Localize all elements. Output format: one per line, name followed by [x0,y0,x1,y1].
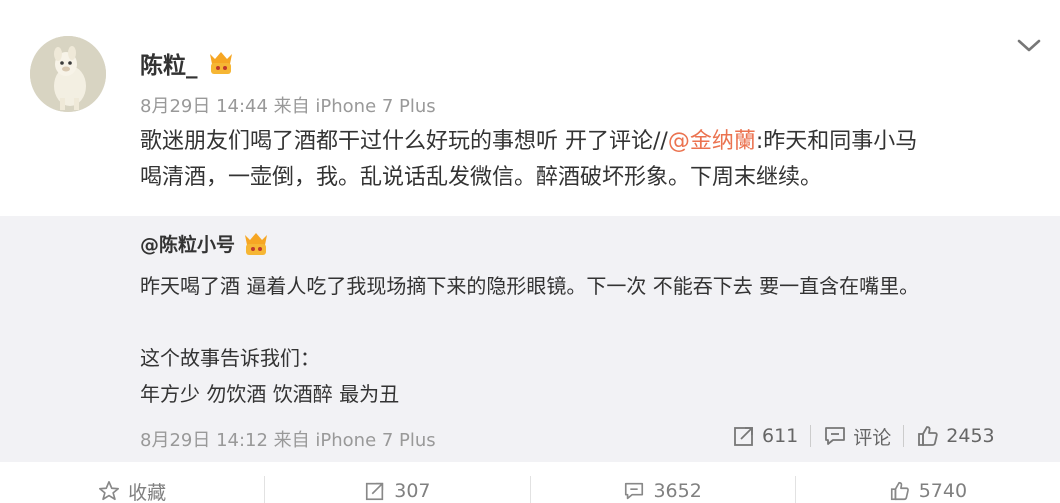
favorite-button[interactable]: 收藏 [0,476,266,503]
repost-actions: 611 评论 2453 [732,422,995,450]
repost-card[interactable]: @陈粒小号 昨天喝了酒 逼着人吃了我现场摘下来的隐形眼镜。下一次 不能吞下去 要… [0,216,1060,462]
forward-icon [734,427,753,446]
comment-button[interactable]: 3652 [531,476,796,503]
post-action-bar: 收藏 307 3652 5740 [0,476,1060,503]
post-text: 歌迷朋友们喝了酒都干过什么好玩的事想听 开了评论//@金纳蘭:昨天和同事小马 喝… [140,124,1040,196]
star-icon [99,481,120,501]
repost-text-line: 年方少 勿饮酒 饮酒醉 最为丑 [140,382,400,406]
post-text-line-1: 歌迷朋友们喝了酒都干过什么好玩的事想听 开了评论//@金纳蘭:昨天和同事小马 [140,124,1040,160]
repost-comment-button[interactable]: 评论 [823,423,891,450]
divider [810,425,812,447]
like-count: 2453 [946,425,995,447]
post-text-part: 歌迷朋友们喝了酒都干过什么好玩的事想听 开了评论// [140,129,668,154]
repost-meta: 8月29日 14:12 来自 iPhone 7 Plus [140,430,436,451]
post-text-line-2: 喝清酒，一壶倒，我。乱说话乱发微信。醉酒破坏形象。下周末继续。 [140,165,823,190]
forward-count: 611 [762,425,799,447]
repost-text: 昨天喝了酒 逼着人吃了我现场摘下来的隐形眼镜。下一次 不能吞下去 要一直含在嘴里… [140,268,1020,412]
repost-text-line: 昨天喝了酒 逼着人吃了我现场摘下来的隐形眼镜。下一次 不能吞下去 要一直含在嘴里… [140,274,920,298]
repost-text-line: 这个故事告诉我们： [140,346,320,370]
weibo-post: 陈粒_ 8月29日 14:44 来自 iPhone 7 Plus 歌迷朋友们喝了… [0,0,1060,503]
mention-link[interactable]: @金纳蘭 [668,129,756,154]
thumbs-up-icon [890,481,909,501]
member-badge-icon[interactable] [206,50,236,76]
repost-author[interactable]: @陈粒小号 [140,230,271,257]
username[interactable]: 陈粒_ [140,46,198,80]
comment-icon [825,427,846,445]
repost-author-name[interactable]: @陈粒小号 [140,230,235,257]
chevron-down-icon[interactable] [1014,36,1044,56]
favorite-label: 收藏 [128,481,167,503]
thumbs-up-icon [918,426,938,446]
member-badge-icon[interactable] [241,231,271,257]
forward-button[interactable]: 307 [265,476,531,503]
post-author[interactable]: 陈粒_ [140,46,236,80]
forward-count: 307 [394,480,431,502]
post-meta: 8月29日 14:44 来自 iPhone 7 Plus [140,96,436,117]
like-count: 5740 [918,480,968,502]
comment-label: 评论 [853,426,892,449]
forward-icon [366,482,384,501]
repost-forward-button[interactable]: 611 [732,424,798,448]
like-button[interactable]: 5740 [796,476,1060,503]
alpaca-avatar-image [30,36,106,112]
comment-count: 3652 [653,480,702,502]
divider [903,425,905,447]
comment-icon [625,482,644,500]
post-text-part: :昨天和同事小马 [755,129,918,154]
avatar[interactable] [30,36,106,112]
repost-like-button[interactable]: 2453 [916,424,995,448]
